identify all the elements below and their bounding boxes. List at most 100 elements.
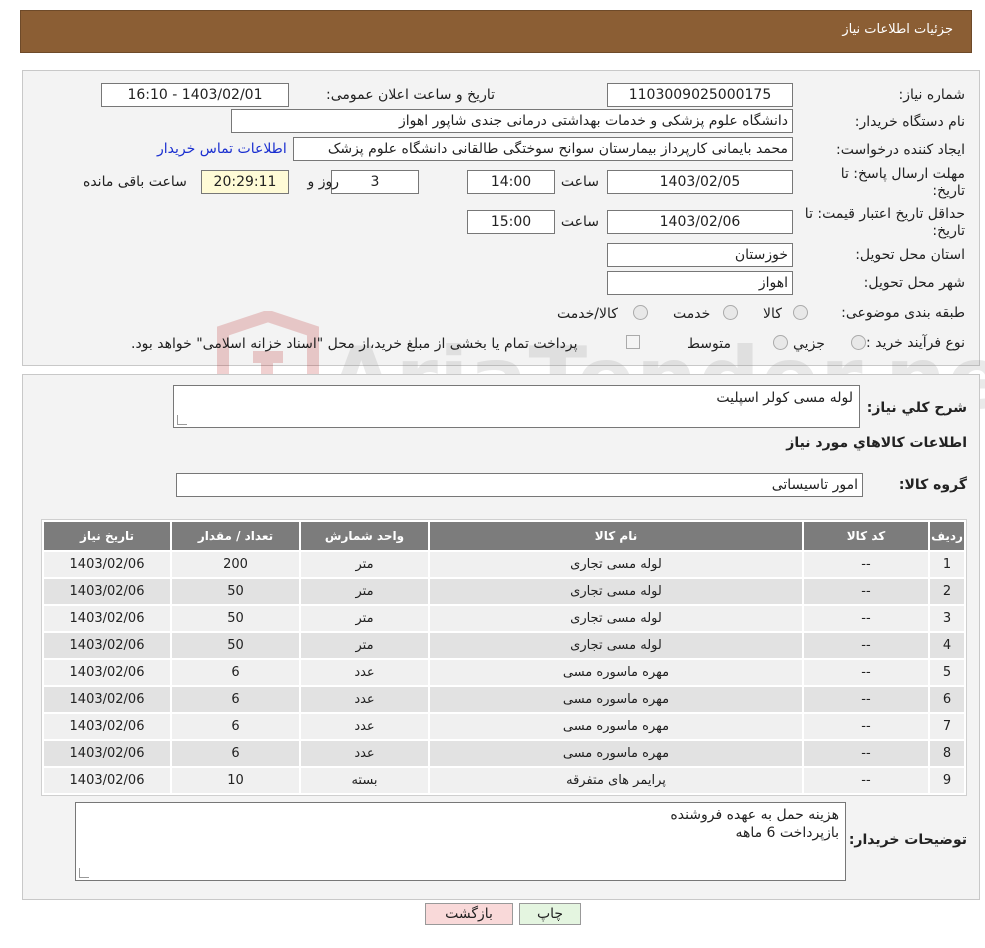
item-code: -- — [804, 606, 928, 631]
resize-grip-icon[interactable] — [79, 868, 89, 878]
announce-datetime-field: 1403/02/01 - 16:10 — [101, 83, 289, 107]
category-goods-radio[interactable] — [793, 305, 808, 320]
item-name: لوله مسی تجاری — [430, 579, 802, 604]
item-unit: بسته — [301, 768, 428, 793]
item-code: -- — [804, 687, 928, 712]
col-name-header: نام کالا — [430, 522, 802, 550]
item-name: مهره ماسوره مسی — [430, 687, 802, 712]
price-validity-label-2: تاریخ: — [932, 223, 965, 239]
purchase-type-label: نوع فرآیند خرید : — [866, 335, 965, 351]
days-and-label: روز و — [307, 174, 340, 190]
item-qty: 6 — [172, 660, 299, 685]
item-unit: عدد — [301, 687, 428, 712]
item-qty: 6 — [172, 741, 299, 766]
category-service-radio[interactable] — [723, 305, 738, 320]
item-name: پرایمر های متفرقه — [430, 768, 802, 793]
goods-group-field: امور تاسیساتی — [176, 473, 863, 497]
province-field: خوزستان — [607, 243, 793, 267]
buyer-notes-line-2: بازپرداخت 6 ماهه — [735, 825, 839, 841]
item-code: -- — [804, 633, 928, 658]
reply-deadline-label: مهلت ارسال پاسخ: تا — [840, 166, 965, 182]
item-name: مهره ماسوره مسی — [430, 741, 802, 766]
row-number: 9 — [930, 768, 964, 793]
treasury-bonds-checkbox[interactable] — [626, 335, 640, 349]
item-date: 1403/02/06 — [44, 552, 170, 577]
resize-grip-icon[interactable] — [177, 415, 187, 425]
validity-date-field: 1403/02/06 — [607, 210, 793, 234]
goods-panel: شرح کلي نياز: لوله مسی کولر اسپلیت اطلاع… — [22, 374, 980, 900]
category-goods-label: کالا — [763, 306, 782, 322]
time-remaining-field: 20:29:11 — [201, 170, 289, 194]
item-code: -- — [804, 768, 928, 793]
purchase-medium-label: متوسط — [687, 336, 731, 352]
table-row: 9 -- پرایمر های متفرقه بسته 10 1403/02/06 — [44, 768, 964, 793]
print-button[interactable]: چاپ — [519, 903, 581, 925]
item-date: 1403/02/06 — [44, 768, 170, 793]
reply-time-field: 14:00 — [467, 170, 555, 194]
goods-table-header: ردیف کد کالا نام کالا واحد شمارش تعداد /… — [44, 522, 964, 550]
item-date: 1403/02/06 — [44, 606, 170, 631]
item-unit: متر — [301, 606, 428, 631]
item-code: -- — [804, 579, 928, 604]
purchase-medium-radio[interactable] — [773, 335, 788, 350]
item-date: 1403/02/06 — [44, 741, 170, 766]
item-date: 1403/02/06 — [44, 714, 170, 739]
validity-time-label: ساعت — [560, 214, 599, 230]
table-row: 4 -- لوله مسی تجاری متر 50 1403/02/06 — [44, 633, 964, 658]
row-number: 5 — [930, 660, 964, 685]
category-goods-service-label: کالا/خدمت — [557, 306, 618, 322]
time-remaining-label: ساعت باقی مانده — [83, 174, 187, 190]
item-name: لوله مسی تجاری — [430, 606, 802, 631]
reply-time-label: ساعت — [560, 174, 599, 190]
general-desc-textarea[interactable]: لوله مسی کولر اسپلیت — [173, 385, 860, 428]
goods-table: ردیف کد کالا نام کالا واحد شمارش تعداد /… — [41, 519, 967, 796]
item-code: -- — [804, 714, 928, 739]
item-date: 1403/02/06 — [44, 660, 170, 685]
item-code: -- — [804, 552, 928, 577]
page-header: جزئیات اطلاعات نیاز — [20, 10, 972, 53]
buyer-contact-link[interactable]: اطلاعات تماس خریدار — [157, 141, 287, 157]
item-name: لوله مسی تجاری — [430, 552, 802, 577]
item-name: لوله مسی تجاری — [430, 633, 802, 658]
row-number: 8 — [930, 741, 964, 766]
table-row: 2 -- لوله مسی تجاری متر 50 1403/02/06 — [44, 579, 964, 604]
need-details-panel: AriaTender.neT شماره نیاز: 1103009025000… — [22, 70, 985, 441]
col-code-header: کد کالا — [804, 522, 928, 550]
item-qty: 6 — [172, 687, 299, 712]
purchase-minor-label: جزیي — [793, 336, 825, 352]
reply-date-field: 1403/02/05 — [607, 170, 793, 194]
treasury-bonds-note: پرداخت تمام یا بخشی از مبلغ خرید،از محل … — [131, 336, 578, 352]
row-number: 7 — [930, 714, 964, 739]
item-qty: 50 — [172, 606, 299, 631]
item-unit: عدد — [301, 714, 428, 739]
item-unit: متر — [301, 552, 428, 577]
item-code: -- — [804, 660, 928, 685]
item-unit: عدد — [301, 660, 428, 685]
item-name: مهره ماسوره مسی — [430, 714, 802, 739]
category-service-label: خدمت — [673, 306, 711, 322]
row-number: 6 — [930, 687, 964, 712]
general-desc-text: لوله مسی کولر اسپلیت — [716, 390, 853, 406]
category-goods-service-radio[interactable] — [633, 305, 648, 320]
table-row: 7 -- مهره ماسوره مسی عدد 6 1403/02/06 — [44, 714, 964, 739]
col-unit-header: واحد شمارش — [301, 522, 428, 550]
back-button[interactable]: بازگشت — [425, 903, 513, 925]
city-field: اهواز — [607, 271, 793, 295]
item-qty: 200 — [172, 552, 299, 577]
item-code: -- — [804, 741, 928, 766]
requester-label: ایجاد کننده درخواست: — [836, 142, 965, 158]
row-number: 3 — [930, 606, 964, 631]
purchase-minor-radio[interactable] — [851, 335, 866, 350]
item-qty: 6 — [172, 714, 299, 739]
category-label: طبقه بندی موضوعی: — [841, 305, 965, 321]
city-label: شهر محل تحویل: — [863, 275, 965, 291]
item-qty: 10 — [172, 768, 299, 793]
item-unit: متر — [301, 579, 428, 604]
item-unit: متر — [301, 633, 428, 658]
buyer-notes-label: توضیحات خریدار: — [848, 832, 967, 848]
item-qty: 50 — [172, 633, 299, 658]
buyer-notes-textarea[interactable]: هزینه حمل به عهده فروشنده بازپرداخت 6 ما… — [75, 802, 846, 881]
province-label: استان محل تحویل: — [855, 247, 965, 263]
item-unit: عدد — [301, 741, 428, 766]
row-number: 2 — [930, 579, 964, 604]
